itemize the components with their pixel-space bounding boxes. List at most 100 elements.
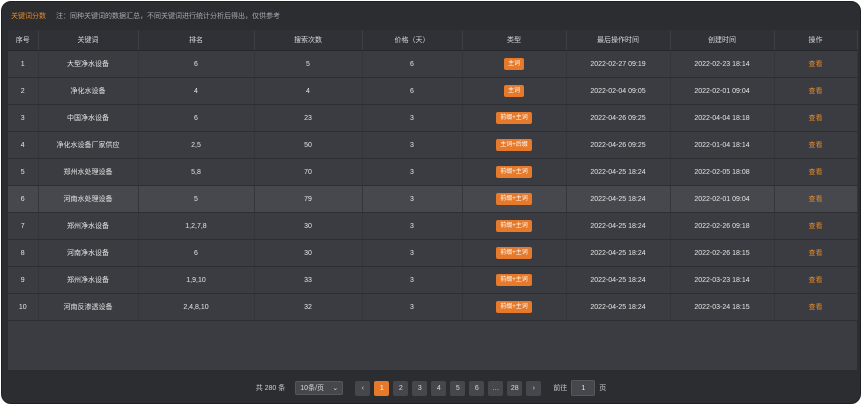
cell-created: 2022-02-01 09:04 [670,185,775,213]
page-note: 注：同种关键词的数据汇总，不同关键词进行统计分析后得出，仅供参考 [56,13,280,20]
cell-times: 30 [254,239,363,267]
view-link[interactable]: 查看 [809,250,823,257]
cell-last: 2022-04-26 09:25 [566,104,671,132]
col-header-type[interactable]: 类型 [462,30,567,51]
cell-no: 1 [8,50,39,78]
cell-kw: 大型净水设备 [38,50,139,78]
page-ellipsis[interactable]: … [488,380,504,396]
table-row[interactable]: 7 郑州净水设备 1,2,7,8 30 3 前缀+主词 2022-04-25 18:24 20… [8,212,858,240]
cell-type: 主词 [462,77,567,105]
cell-last: 2022-04-25 18:24 [566,239,671,267]
page-button[interactable]: 6 [469,380,485,396]
col-header-rank[interactable]: 排名 [138,30,255,51]
col-header-action[interactable]: 操作 [774,30,858,51]
col-header-search-times[interactable]: 搜索次数 [254,30,363,51]
cell-type: 主词 [462,50,567,78]
cell-type: 主词+后缀 [462,131,567,159]
cell-kw: 郑州净水设备 [38,266,139,294]
cell-op: 查看 [774,50,858,78]
cell-price: 3 [362,104,463,132]
cell-created: 2022-02-23 18:14 [670,50,775,78]
goto-label: 前往 [553,385,568,392]
type-badge: 前缀+主词 [496,166,532,178]
cell-op: 查看 [774,131,858,159]
cell-times: 33 [254,266,363,294]
cell-rank: 4 [138,77,255,105]
cell-price: 3 [362,266,463,294]
cell-times: 4 [254,77,363,105]
view-link[interactable]: 查看 [809,115,823,122]
table-row[interactable]: 10 河南反渗透设备 2,4,8,10 32 3 前缀+主词 2022-04-25 18:2… [8,293,858,321]
view-link[interactable]: 查看 [809,88,823,95]
cell-times: 32 [254,293,363,321]
keyword-table-area: 序号 关键词 排名 搜索次数 价格（天） 类型 最后操作时间 创建时间 操作 1… [8,30,858,370]
table-row[interactable]: 9 郑州净水设备 1,9,10 33 3 前缀+主词 2022-04-25 18:24 202… [8,266,858,294]
table-row[interactable]: 1 大型净水设备 6 5 6 主词 2022-02-27 09:19 2022-02-23 1… [8,50,858,78]
col-header-keyword[interactable]: 关键词 [38,30,139,51]
cell-type: 前缀+主词 [462,104,567,132]
table-row[interactable]: 3 中国净水设备 6 23 3 前缀+主词 2022-04-26 09:25 2022-04-… [8,104,858,132]
view-link[interactable]: 查看 [809,61,823,68]
page-button[interactable]: 1 [374,380,390,396]
cell-times: 23 [254,104,363,132]
cell-price: 3 [362,293,463,321]
cell-op: 查看 [774,266,858,294]
cell-price: 6 [362,50,463,78]
table-row[interactable]: 5 郑州水处理设备 5,8 70 3 前缀+主词 2022-04-25 18:24 2022-… [8,158,858,186]
next-page-button[interactable]: › [526,380,542,396]
cell-no: 10 [8,293,39,321]
cell-created: 2022-01-04 18:14 [670,131,775,159]
cell-times: 70 [254,158,363,186]
page-button[interactable]: 4 [431,380,447,396]
cell-kw: 郑州水处理设备 [38,158,139,186]
cell-rank: 5 [138,185,255,213]
page-size-select[interactable]: 10条/页 ⌄ [295,381,344,395]
cell-kw: 河南净水设备 [38,239,139,267]
type-badge: 前缀+主词 [496,193,532,205]
type-badge: 前缀+主词 [496,274,532,286]
cell-last: 2022-04-25 18:24 [566,212,671,240]
type-badge: 前缀+主词 [496,247,532,259]
page-button[interactable]: 5 [450,380,466,396]
cell-price: 3 [362,131,463,159]
total-count: 共 280 条 [255,385,286,392]
goto-suffix: 页 [599,385,607,392]
table-row[interactable]: 6 河南水处理设备 5 79 3 前缀+主词 2022-04-25 18:24 2022-02… [8,185,858,213]
table-row[interactable]: 4 净化水设备厂家供应 2,5 50 3 主词+后缀 2022-04-26 09:25 202… [8,131,858,159]
cell-kw: 河南水处理设备 [38,185,139,213]
view-link[interactable]: 查看 [809,142,823,149]
type-badge: 前缀+主词 [496,220,532,232]
col-header-created-time[interactable]: 创建时间 [670,30,775,51]
col-header-price[interactable]: 价格（天） [362,30,463,51]
page-button[interactable]: 28 [507,380,523,396]
cell-last: 2022-04-25 18:24 [566,266,671,294]
view-link[interactable]: 查看 [809,277,823,284]
col-header-last-op-time[interactable]: 最后操作时间 [566,30,671,51]
cell-rank: 6 [138,239,255,267]
cell-rank: 2,5 [138,131,255,159]
page-button[interactable]: 2 [393,380,409,396]
app-window: 关键词分数 注：同种关键词的数据汇总，不同关键词进行统计分析后得出，仅供参考 序… [1,1,861,404]
view-link[interactable]: 查看 [809,196,823,203]
goto-page-input[interactable]: 1 [571,380,596,396]
cell-kw: 净化水设备厂家供应 [38,131,139,159]
cell-created: 2022-02-05 18:08 [670,158,775,186]
cell-last: 2022-04-26 09:25 [566,131,671,159]
cell-op: 查看 [774,239,858,267]
view-link[interactable]: 查看 [809,304,823,311]
table-row[interactable]: 2 净化水设备 4 4 6 主词 2022-02-04 09:05 2022-02-01 09… [8,77,858,105]
goto-page: 前往 1 页 [553,380,606,396]
page-button[interactable]: 3 [412,380,428,396]
cell-rank: 5,8 [138,158,255,186]
table-row[interactable]: 8 河南净水设备 6 30 3 前缀+主词 2022-04-25 18:24 2022-02-… [8,239,858,267]
cell-no: 2 [8,77,39,105]
col-header-no[interactable]: 序号 [8,30,39,51]
prev-page-button[interactable]: ‹ [355,380,371,396]
cell-last: 2022-04-25 18:24 [566,185,671,213]
type-badge: 主词+后缀 [496,139,532,151]
cell-kw: 净化水设备 [38,77,139,105]
view-link[interactable]: 查看 [809,169,823,176]
view-link[interactable]: 查看 [809,223,823,230]
cell-times: 30 [254,212,363,240]
cell-rank: 6 [138,50,255,78]
